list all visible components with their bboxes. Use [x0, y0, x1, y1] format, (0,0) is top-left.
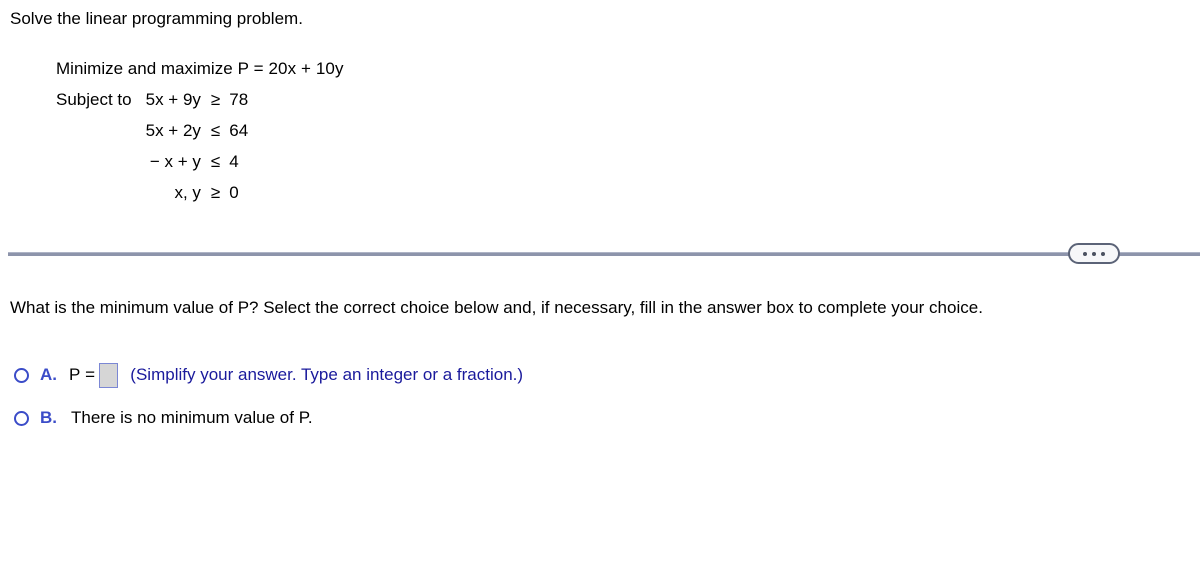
constraint-row: Subject to 5x + 9y ≥ 78 [56, 84, 248, 115]
constraint-rhs: 78 [229, 90, 249, 109]
constraint-rhs: 64 [229, 121, 249, 140]
objective-row: Minimize and maximize P = 20x + 10y [56, 53, 344, 84]
choice-option-b[interactable]: B. There is no minimum value of P. [14, 403, 1194, 433]
answer-choice-list: A. P = (Simplify your answer. Type an in… [14, 360, 1194, 446]
constraint-relation: ≥ [210, 90, 221, 109]
constraint-spacer [56, 177, 146, 208]
constraint-rhs: 4 [229, 152, 239, 171]
constraint-row: 5x + 2y ≤ 64 [56, 115, 249, 146]
section-divider [0, 243, 1200, 265]
radio-button-a[interactable] [14, 367, 29, 383]
ellipsis-dot-icon [1083, 251, 1087, 256]
constraint-row: − x + y ≤ 4 [56, 146, 248, 177]
choice-letter-a: A. [40, 365, 57, 384]
radio-button-b[interactable] [14, 410, 29, 426]
choice-b-statement: There is no minimum value of P. [71, 408, 313, 427]
page-title: Solve the linear programming problem. [10, 9, 303, 28]
constraint-relation: ≤ [210, 121, 221, 140]
objective-expression: P = 20x + 10y [237, 59, 344, 78]
constraint-row: x, y ≥ 0 [56, 177, 248, 208]
more-options-button[interactable] [1068, 243, 1120, 264]
choice-a-content: P = (Simplify your answer. Type an integ… [69, 362, 524, 388]
constraint-relation: ≥ [210, 183, 221, 202]
answer-format-hint: (Simplify your answer. Type an integer o… [130, 365, 524, 384]
constraint-lhs: x, y [174, 183, 201, 202]
ellipsis-dot-icon [1101, 251, 1105, 256]
ellipsis-dot-icon [1092, 251, 1096, 256]
constraint-lhs: 5x + 2y [145, 121, 201, 140]
constraint-rhs: 0 [229, 183, 239, 202]
choice-letter-b: B. [40, 408, 57, 427]
objective-label: Minimize and maximize [56, 59, 233, 78]
answer-input-box[interactable] [99, 362, 119, 388]
question-prompt: What is the minimum value of P? Select t… [10, 298, 983, 317]
constraint-lhs: − x + y [149, 152, 201, 171]
constraint-relation: ≤ [210, 152, 221, 171]
subject-to-label: Subject to [56, 90, 132, 109]
linear-program-model: Minimize and maximize P = 20x + 10y Subje… [56, 53, 344, 208]
choice-b-content: There is no minimum value of P. [69, 408, 313, 428]
constraint-lhs: 5x + 9y [145, 90, 201, 109]
p-equals-label: P = [69, 365, 96, 384]
divider-line [8, 252, 1200, 256]
choice-option-a[interactable]: A. P = (Simplify your answer. Type an in… [14, 360, 1194, 390]
constraint-spacer [56, 115, 146, 146]
constraint-spacer [56, 146, 146, 177]
constraints-table: Subject to 5x + 9y ≥ 78 5x + 2y ≤ 64 − x… [56, 84, 248, 208]
